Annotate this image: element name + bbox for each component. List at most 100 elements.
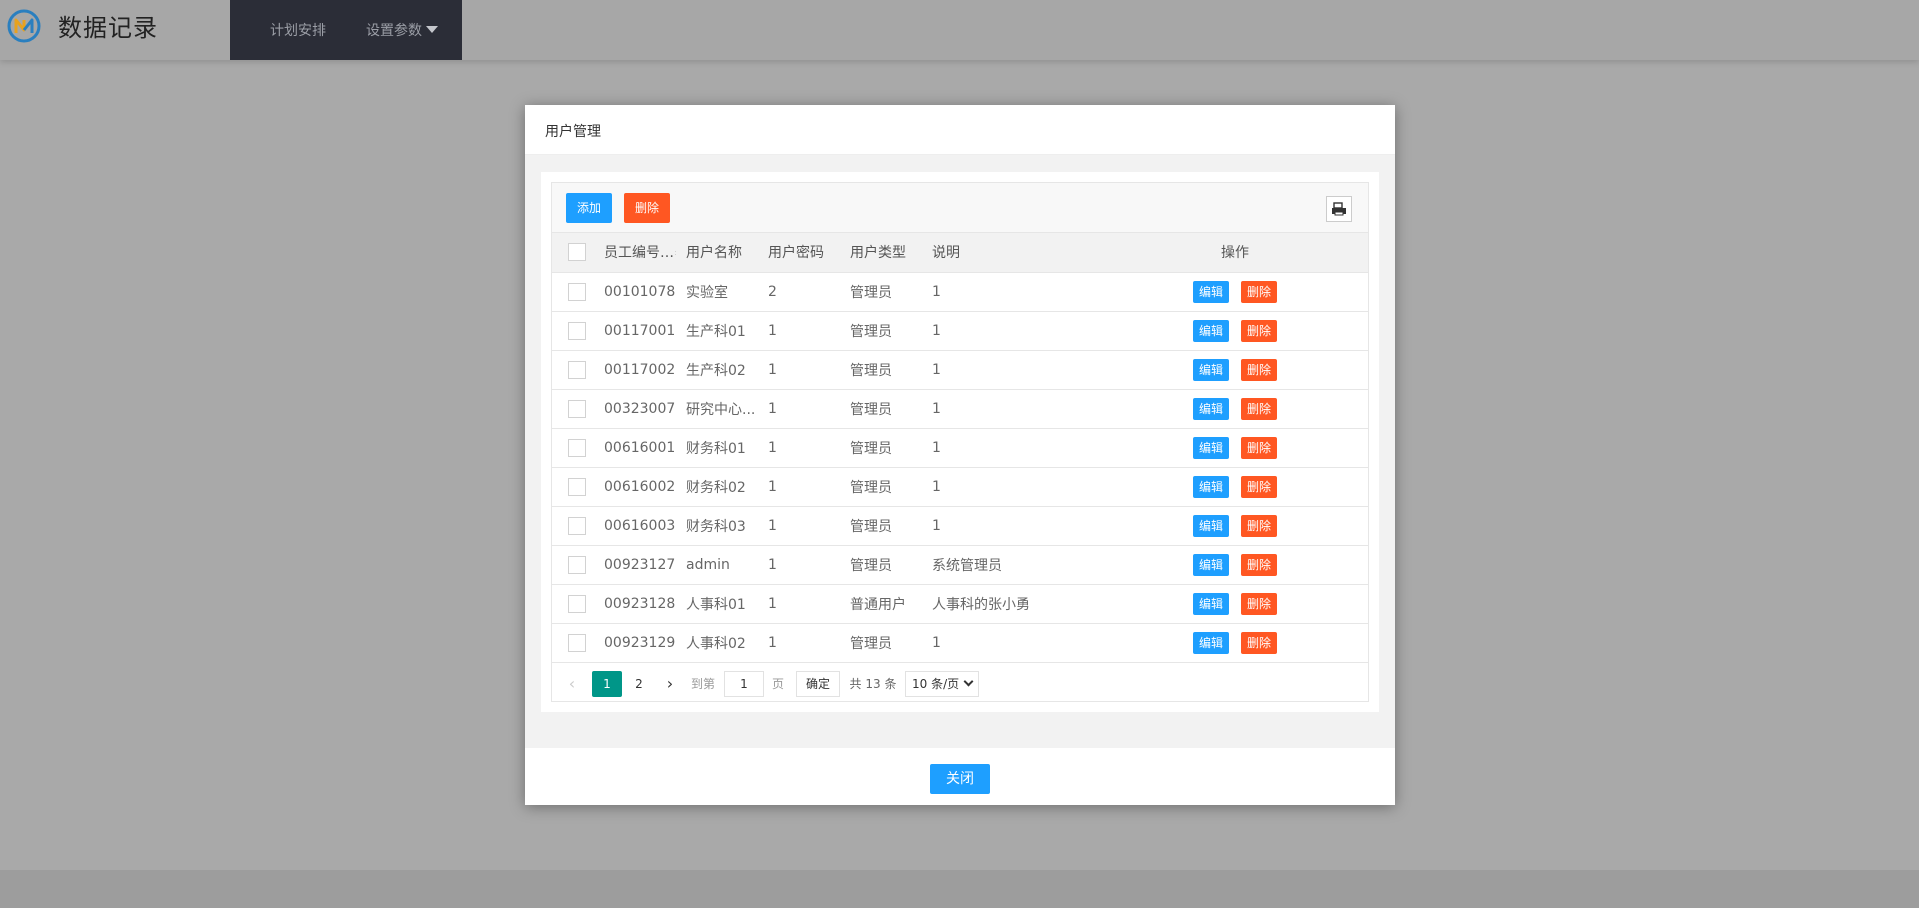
nav-item-label: 计划安排 [270, 23, 326, 39]
cell-username: 人事科01 [676, 584, 758, 624]
row-checkbox[interactable] [568, 360, 586, 379]
edit-row-button[interactable]: 编辑 [1192, 319, 1229, 342]
row-checkbox[interactable] [568, 321, 586, 340]
cell-actions: 编辑 删除 [1102, 467, 1368, 507]
prev-page-button[interactable]: ‹ [562, 671, 582, 697]
edit-row-button[interactable]: 编辑 [1192, 514, 1229, 537]
total-count: 共 13 条 [849, 677, 897, 691]
edit-row-button[interactable]: 编辑 [1192, 475, 1229, 498]
column-header-user-type: 用户类型 [840, 233, 922, 273]
cell-note: 1 [922, 311, 1102, 351]
cell-username: 研究中心... [676, 389, 758, 429]
cell-note: 1 [922, 350, 1102, 390]
delete-row-button[interactable]: 删除 [1241, 280, 1278, 303]
column-header-employee-id[interactable]: 员工编号... [594, 233, 676, 273]
row-checkbox[interactable] [568, 594, 586, 613]
row-checkbox[interactable] [568, 555, 586, 574]
page-footer [0, 870, 1919, 908]
close-button[interactable]: 关闭 [930, 764, 990, 794]
delete-row-button[interactable]: 删除 [1241, 514, 1278, 537]
dialog-title: 用户管理 [545, 124, 601, 140]
cell-password: 1 [758, 350, 840, 390]
cell-username: 财务科01 [676, 428, 758, 468]
top-header: 数据记录 计划安排 设置参数 [0, 0, 1919, 60]
row-checkbox-cell [552, 350, 594, 390]
row-checkbox[interactable] [568, 477, 586, 496]
top-nav: 计划安排 设置参数 [230, 0, 462, 60]
add-button[interactable]: 添加 [566, 193, 612, 223]
goto-page-input[interactable]: 1 [724, 671, 764, 697]
delete-row-button[interactable]: 删除 [1241, 475, 1278, 498]
table-row: 00117002 生产科02 1 管理员 1 编辑 删除 [552, 350, 1368, 390]
table-toolbar: 添加 删除 [552, 183, 1368, 233]
delete-row-button[interactable]: 删除 [1241, 631, 1278, 654]
row-checkbox[interactable] [568, 633, 586, 652]
cell-note: 1 [922, 389, 1102, 429]
cell-actions: 编辑 删除 [1102, 350, 1368, 390]
cell-username: admin [676, 545, 758, 585]
delete-row-button[interactable]: 删除 [1241, 553, 1278, 576]
row-checkbox-cell [552, 545, 594, 585]
delete-row-button[interactable]: 删除 [1241, 358, 1278, 381]
row-checkbox[interactable] [568, 516, 586, 535]
nav-item-settings[interactable]: 设置参数 [366, 20, 438, 40]
cell-username: 生产科01 [676, 311, 758, 351]
app-title: 数据记录 [58, 14, 158, 42]
dialog-footer: 关闭 [525, 748, 1395, 805]
edit-row-button[interactable]: 编辑 [1192, 397, 1229, 420]
batch-delete-button[interactable]: 删除 [624, 193, 670, 223]
cell-actions: 编辑 删除 [1102, 584, 1368, 624]
cell-password: 1 [758, 545, 840, 585]
edit-row-button[interactable]: 编辑 [1192, 631, 1229, 654]
cell-password: 1 [758, 311, 840, 351]
delete-row-button[interactable]: 删除 [1241, 592, 1278, 615]
column-header-actions: 操作 [1102, 233, 1368, 273]
cell-employee-id: 00616003 [594, 506, 676, 546]
cell-user-type: 管理员 [840, 623, 922, 663]
row-checkbox[interactable] [568, 438, 586, 457]
dialog-body: 添加 删除 员工编号... 用户名称 用户密码 用户类型 说明 操作 00101… [541, 172, 1379, 712]
row-checkbox[interactable] [568, 399, 586, 418]
delete-row-button[interactable]: 删除 [1241, 319, 1278, 342]
edit-row-button[interactable]: 编辑 [1192, 592, 1229, 615]
cell-note: 系统管理员 [922, 545, 1102, 585]
delete-row-button[interactable]: 删除 [1241, 397, 1278, 420]
delete-row-button[interactable]: 删除 [1241, 436, 1278, 459]
printer-icon [1332, 202, 1346, 216]
row-checkbox-cell [552, 584, 594, 624]
goto-label: 到第 [690, 677, 715, 691]
sort-icon[interactable] [675, 246, 676, 260]
table-row: 00616001 财务科01 1 管理员 1 编辑 删除 [552, 428, 1368, 468]
cell-password: 1 [758, 428, 840, 468]
cell-employee-id: 00923128 [594, 584, 676, 624]
print-button[interactable] [1326, 196, 1352, 222]
pagination: ‹ 1 2 › 到第 1 页 确定 共 13 条 10 条/页 [552, 663, 1368, 701]
page-2-button[interactable]: 2 [626, 671, 652, 697]
edit-row-button[interactable]: 编辑 [1192, 553, 1229, 576]
edit-row-button[interactable]: 编辑 [1192, 436, 1229, 459]
table-row: 00923127 admin 1 管理员 系统管理员 编辑 删除 [552, 545, 1368, 585]
goto-confirm-button[interactable]: 确定 [796, 671, 840, 697]
column-label: 员工编号... [604, 245, 674, 262]
cell-password: 1 [758, 584, 840, 624]
edit-row-button[interactable]: 编辑 [1192, 280, 1229, 303]
cell-actions: 编辑 删除 [1102, 545, 1368, 585]
cell-employee-id: 00616001 [594, 428, 676, 468]
cell-employee-id: 00101078 [594, 272, 676, 312]
page-size-select[interactable]: 10 条/页 [905, 671, 979, 697]
cell-actions: 编辑 删除 [1102, 272, 1368, 312]
row-checkbox[interactable] [568, 282, 586, 301]
next-page-button[interactable]: › [660, 671, 680, 697]
edit-row-button[interactable]: 编辑 [1192, 358, 1229, 381]
column-header-password: 用户密码 [758, 233, 840, 273]
cell-actions: 编辑 删除 [1102, 506, 1368, 546]
cell-password: 2 [758, 272, 840, 312]
cell-note: 1 [922, 506, 1102, 546]
select-all-checkbox[interactable] [568, 243, 586, 262]
nav-item-plan[interactable]: 计划安排 [270, 20, 326, 40]
table-row: 00616003 财务科03 1 管理员 1 编辑 删除 [552, 506, 1368, 546]
page-1-button[interactable]: 1 [592, 671, 622, 697]
page-unit-label: 页 [771, 677, 784, 691]
user-table: 员工编号... 用户名称 用户密码 用户类型 说明 操作 00101078 实验室… [552, 233, 1368, 663]
cell-actions: 编辑 删除 [1102, 389, 1368, 429]
